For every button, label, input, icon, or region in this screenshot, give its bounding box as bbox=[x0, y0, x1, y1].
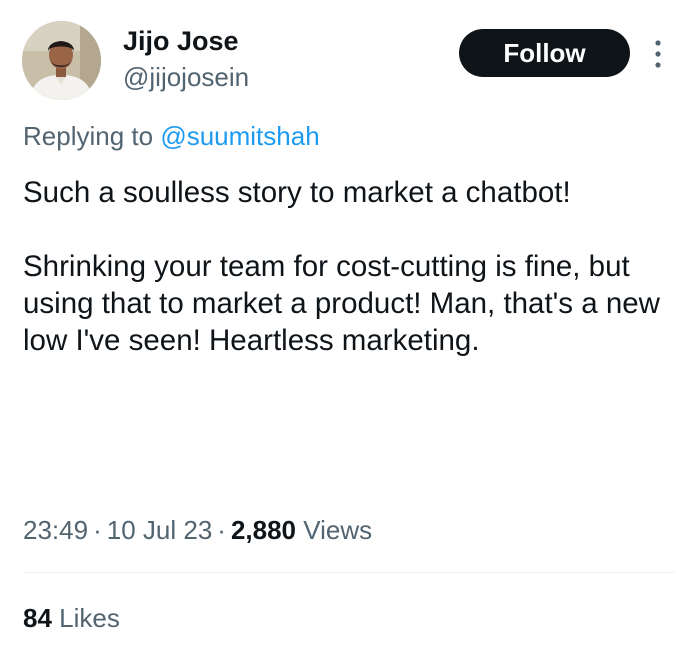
avatar-photo bbox=[22, 21, 101, 100]
meta-separator: · bbox=[217, 515, 226, 545]
replying-to-label: Replying to bbox=[23, 121, 161, 151]
divider bbox=[23, 572, 676, 573]
likes-count: 84 bbox=[23, 603, 52, 633]
meta-separator: · bbox=[93, 515, 102, 545]
follow-button[interactable]: Follow bbox=[459, 29, 630, 77]
tweet-text: Such a soulless story to market a chatbo… bbox=[23, 174, 683, 359]
author-handle[interactable]: @jijojosein bbox=[123, 60, 249, 94]
tweet-paragraph: Shrinking your team for cost-cutting is … bbox=[23, 250, 660, 357]
reply-mention-link[interactable]: @suumitshah bbox=[160, 121, 319, 151]
tweet-date[interactable]: 10 Jul 23 bbox=[107, 515, 213, 545]
more-vertical-glyph bbox=[655, 40, 661, 68]
tweet-time[interactable]: 23:49 bbox=[23, 515, 88, 545]
author-display-name[interactable]: Jijo Jose bbox=[123, 24, 239, 58]
tweet-card: Jijo Jose @jijojosein Follow Replying to… bbox=[0, 0, 700, 649]
tweet-paragraph: Such a soulless story to market a chatbo… bbox=[23, 176, 571, 209]
views-label: Views bbox=[303, 515, 373, 545]
likes-stat[interactable]: 84 Likes bbox=[23, 601, 120, 635]
views-count: 2,880 bbox=[230, 515, 297, 545]
likes-label: Likes bbox=[59, 603, 120, 633]
avatar[interactable] bbox=[22, 21, 101, 100]
replying-to: Replying to @suumitshah bbox=[23, 119, 320, 153]
tweet-meta: 23:49 · 10 Jul 23 · 2,880 Views bbox=[23, 513, 372, 547]
more-vertical-icon[interactable] bbox=[650, 38, 666, 70]
